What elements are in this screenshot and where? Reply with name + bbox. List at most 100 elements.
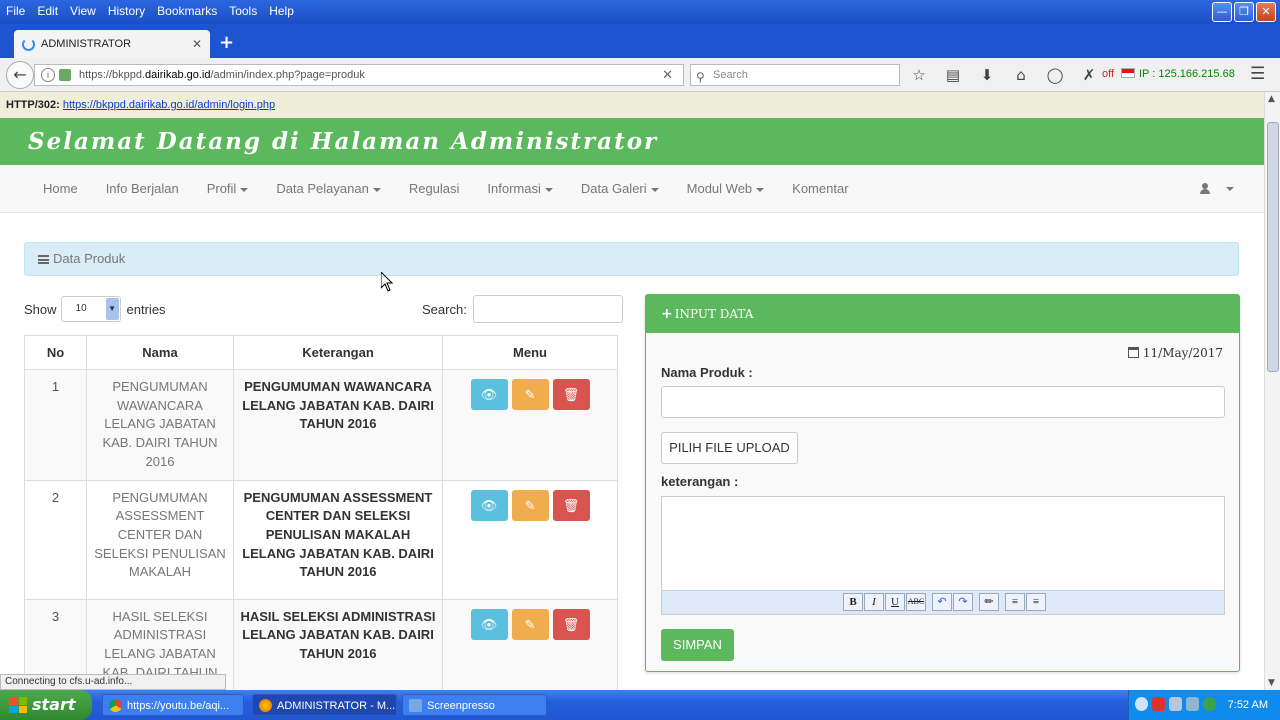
tray-sound-icon[interactable] xyxy=(1186,697,1199,711)
http-status-code: HTTP/302: xyxy=(6,99,60,111)
close-window-icon[interactable]: ✕ xyxy=(1256,2,1276,22)
menu-file[interactable]: File xyxy=(0,0,31,18)
toolbar-icons: ☆ ▤ ⬇ ⌂ ◯ ✗ xyxy=(908,66,1100,84)
edit-icon: ✎ xyxy=(524,497,536,513)
nav-info-berjalan[interactable]: Info Berjalan xyxy=(92,165,193,213)
taskbar-item-chrome[interactable]: https://youtu.be/aqi... xyxy=(102,694,244,716)
lock-icon[interactable] xyxy=(59,69,71,81)
scroll-down-icon[interactable]: ▼ xyxy=(1268,678,1275,688)
download-icon[interactable]: ⬇ xyxy=(976,66,998,84)
scrollbar-thumb[interactable] xyxy=(1267,122,1279,372)
menu-tools[interactable]: Tools xyxy=(223,0,263,18)
italic-icon[interactable]: I xyxy=(864,593,884,611)
entries-select[interactable]: 10 ▼ xyxy=(60,296,121,322)
save-button[interactable]: SIMPAN xyxy=(661,629,734,661)
menu-edit[interactable]: Edit xyxy=(31,0,64,18)
input-data-panel: + INPUT DATA 11/May/2017 Nama Produk : PI… xyxy=(645,294,1240,672)
info-icon[interactable]: i xyxy=(41,68,55,82)
strikethrough-icon[interactable]: ABC xyxy=(906,593,926,611)
hamburger-menu-icon[interactable]: ☰ xyxy=(1250,64,1265,84)
nav-komentar[interactable]: Komentar xyxy=(778,165,862,213)
nav-data-galeri[interactable]: Data Galeri xyxy=(567,165,673,213)
nav-data-pelayanan[interactable]: Data Pelayanan xyxy=(262,165,395,213)
nav-profil[interactable]: Profil xyxy=(193,165,263,213)
bookmark-star-icon[interactable]: ☆ xyxy=(908,66,930,84)
undo-icon[interactable]: ↶ xyxy=(932,593,952,611)
menu-view[interactable]: View xyxy=(64,0,102,18)
panel-heading: Data Produk xyxy=(24,242,1239,276)
bold-icon[interactable]: B xyxy=(843,593,863,611)
table-search-input[interactable] xyxy=(472,295,623,323)
back-arrow-icon[interactable]: ← xyxy=(6,61,34,89)
nama-produk-input[interactable] xyxy=(661,386,1225,418)
reading-list-icon[interactable]: ▤ xyxy=(942,66,964,84)
nav-home[interactable]: Home xyxy=(29,165,92,213)
menu-history[interactable]: History xyxy=(102,0,151,18)
extension-x-icon[interactable]: ✗ xyxy=(1078,66,1100,84)
taskbar-clock: 7:52 AM xyxy=(1227,699,1268,711)
taskbar-item-screenpresso[interactable]: Screenpresso xyxy=(402,694,547,716)
delete-button[interactable]: 🗑 xyxy=(552,379,590,410)
numbered-list-icon[interactable]: ≡ xyxy=(1026,593,1046,611)
header-nama[interactable]: Nama xyxy=(86,335,234,370)
caret-down-icon xyxy=(240,187,249,192)
keterangan-editor[interactable]: B I U ABC ↶ ↷ ✏ ≡ ≡ xyxy=(661,496,1225,615)
chevron-down-icon[interactable]: ▼ xyxy=(105,298,119,320)
underline-icon[interactable]: U xyxy=(885,593,905,611)
nav-informasi[interactable]: Informasi xyxy=(473,165,566,213)
bullet-list-icon[interactable]: ≡ xyxy=(1005,593,1025,611)
clear-format-icon[interactable]: ✏ xyxy=(979,593,999,611)
header-keterangan[interactable]: Keterangan xyxy=(233,335,443,370)
view-button[interactable]: 👁 xyxy=(470,489,508,521)
scroll-up-icon[interactable]: ▲ xyxy=(1268,94,1275,104)
keterangan-label: keterangan : xyxy=(661,474,739,489)
caret-down-icon xyxy=(1226,186,1234,191)
clear-url-icon[interactable]: ✕ xyxy=(662,65,673,85)
edit-button[interactable]: ✎ xyxy=(511,489,549,521)
table-row: 1 PENGUMUMAN WAWANCARA LELANG JABATAN KA… xyxy=(24,369,618,481)
minimize-icon[interactable]: — xyxy=(1212,2,1232,22)
firefox-icon xyxy=(259,699,272,712)
cell-menu: 👁 ✎ 🗑 xyxy=(442,598,618,690)
nav-modul-web-label: Modul Web xyxy=(686,181,753,196)
tray-back-icon[interactable] xyxy=(1135,697,1148,711)
view-button[interactable]: 👁 xyxy=(470,608,508,640)
edit-button[interactable]: ✎ xyxy=(511,379,549,410)
tray-network-icon[interactable] xyxy=(1169,697,1182,711)
redo-icon[interactable]: ↷ xyxy=(953,593,973,611)
taskbar-item-label: https://youtu.be/aqi... xyxy=(127,700,230,712)
site-banner: Selamat Datang di Halaman Administrator xyxy=(0,118,1264,165)
tab-close-icon[interactable]: ✕ xyxy=(192,37,202,51)
header-no[interactable]: No xyxy=(24,335,87,370)
home-icon[interactable]: ⌂ xyxy=(1010,66,1032,84)
cell-keterangan: PENGUMUMAN WAWANCARA LELANG JABATAN KAB.… xyxy=(233,369,443,481)
page-scrollbar[interactable]: ▲ ▼ xyxy=(1264,92,1280,690)
new-tab-icon[interactable]: + xyxy=(219,32,234,53)
pocket-icon[interactable]: ◯ xyxy=(1044,66,1066,84)
tab-bar: ADMINISTRATOR ✕ xyxy=(0,24,1280,58)
menu-help[interactable]: Help xyxy=(263,0,300,18)
url-bar[interactable]: i https://bkppd.dairikab.go.id/admin/ind… xyxy=(34,64,684,86)
user-menu[interactable] xyxy=(1199,165,1234,213)
tray-media-icon[interactable] xyxy=(1152,697,1165,711)
nav-modul-web[interactable]: Modul Web xyxy=(673,165,779,213)
caret-down-icon xyxy=(756,187,765,192)
view-button[interactable]: 👁 xyxy=(470,379,508,410)
upload-file-button[interactable]: PILIH FILE UPLOAD xyxy=(661,432,798,464)
start-button[interactable]: start xyxy=(0,690,92,720)
menu-bookmarks[interactable]: Bookmarks xyxy=(151,0,223,18)
tab-administrator[interactable]: ADMINISTRATOR ✕ xyxy=(14,30,210,58)
plus-icon: + xyxy=(661,306,673,322)
eye-icon: 👁 xyxy=(480,387,498,402)
delete-button[interactable]: 🗑 xyxy=(552,489,590,521)
delete-button[interactable]: 🗑 xyxy=(552,608,590,640)
redirect-link[interactable]: https://bkppd.dairikab.go.id/admin/login… xyxy=(63,99,275,111)
edit-button[interactable]: ✎ xyxy=(511,608,549,640)
caret-down-icon xyxy=(650,187,659,192)
tray-security-icon[interactable] xyxy=(1203,697,1216,711)
browser-search-input[interactable]: ⚲ Search xyxy=(690,64,900,86)
taskbar-item-firefox[interactable]: ADMINISTRATOR - M... xyxy=(252,694,397,716)
nav-komentar-label: Komentar xyxy=(792,181,849,196)
restore-icon[interactable]: ❐ xyxy=(1234,2,1254,22)
nav-regulasi[interactable]: Regulasi xyxy=(395,165,474,213)
